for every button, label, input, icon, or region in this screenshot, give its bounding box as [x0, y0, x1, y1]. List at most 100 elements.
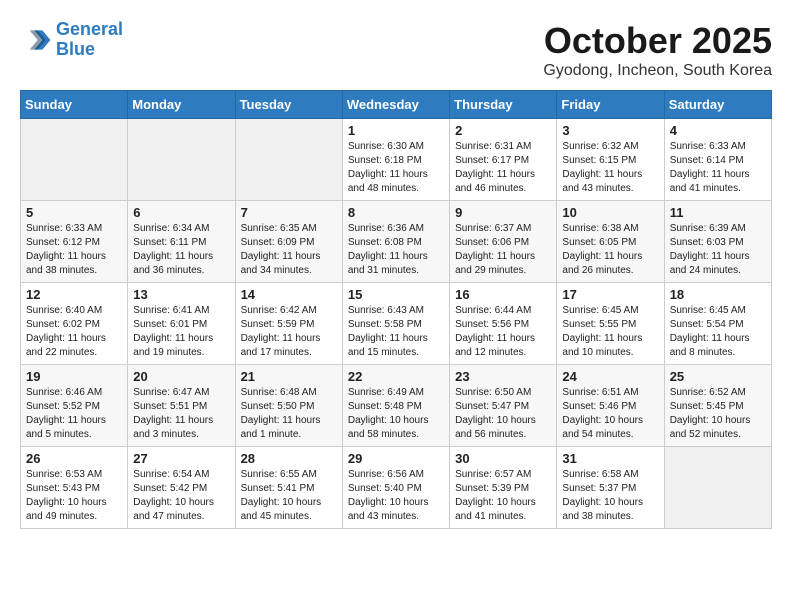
day-info: Sunrise: 6:46 AM Sunset: 5:52 PM Dayligh… [26, 386, 122, 442]
day-cell: 5 Sunrise: 6:33 AM Sunset: 6:12 PM Daylig… [21, 201, 128, 283]
day-cell: 22Sunrise: 6:49 AM Sunset: 5:48 PM Dayli… [342, 365, 449, 447]
day-number: 9 [455, 205, 551, 220]
day-info: Sunrise: 6:33 AM Sunset: 6:14 PM Dayligh… [670, 140, 766, 196]
day-info: Sunrise: 6:30 AM Sunset: 6:18 PM Dayligh… [348, 140, 444, 196]
day-info: Sunrise: 6:44 AM Sunset: 5:56 PM Dayligh… [455, 304, 551, 360]
day-cell: 17 Sunrise: 6:45 AM Sunset: 5:55 PM Dayli… [557, 283, 664, 365]
day-number: 11 [670, 205, 766, 220]
day-info: Sunrise: 6:52 AM Sunset: 5:45 PM Dayligh… [670, 386, 766, 442]
logo-line1: General [56, 19, 123, 39]
day-number: 28 [241, 451, 337, 466]
day-info: Sunrise: 6:43 AM Sunset: 5:58 PM Dayligh… [348, 304, 444, 360]
day-cell: 2Sunrise: 6:31 AM Sunset: 6:17 PM Daylig… [450, 119, 557, 201]
day-cell: 28 Sunrise: 6:55 AM Sunset: 5:41 PM Dayli… [235, 447, 342, 529]
day-cell: 12 Sunrise: 6:40 AM Sunset: 6:02 PM Dayli… [21, 283, 128, 365]
day-cell: 23 Sunrise: 6:50 AM Sunset: 5:47 PM Dayli… [450, 365, 557, 447]
day-cell: 11 Sunrise: 6:39 AM Sunset: 6:03 PM Dayli… [664, 201, 771, 283]
weekday-header-friday: Friday [557, 91, 664, 119]
day-number: 30 [455, 451, 551, 466]
day-info: Sunrise: 6:39 AM Sunset: 6:03 PM Dayligh… [670, 222, 766, 278]
day-number: 5 [26, 205, 122, 220]
day-cell: 31Sunrise: 6:58 AM Sunset: 5:37 PM Dayli… [557, 447, 664, 529]
day-info: Sunrise: 6:33 AM Sunset: 6:12 PM Dayligh… [26, 222, 122, 278]
day-cell: 30Sunrise: 6:57 AM Sunset: 5:39 PM Dayli… [450, 447, 557, 529]
day-number: 3 [562, 123, 658, 138]
day-number: 17 [562, 287, 658, 302]
day-number: 24 [562, 369, 658, 384]
month-title: October 2025 [543, 20, 772, 62]
weekday-header-saturday: Saturday [664, 91, 771, 119]
day-info: Sunrise: 6:42 AM Sunset: 5:59 PM Dayligh… [241, 304, 337, 360]
day-number: 8 [348, 205, 444, 220]
day-cell: 7 Sunrise: 6:35 AM Sunset: 6:09 PM Daylig… [235, 201, 342, 283]
day-cell: 13Sunrise: 6:41 AM Sunset: 6:01 PM Dayli… [128, 283, 235, 365]
logo-text: General Blue [56, 20, 123, 60]
location: Gyodong, Incheon, South Korea [543, 62, 772, 80]
week-row-2: 5 Sunrise: 6:33 AM Sunset: 6:12 PM Daylig… [21, 201, 772, 283]
day-number: 7 [241, 205, 337, 220]
day-cell: 20 Sunrise: 6:47 AM Sunset: 5:51 PM Dayli… [128, 365, 235, 447]
day-cell: 26 Sunrise: 6:53 AM Sunset: 5:43 PM Dayli… [21, 447, 128, 529]
day-info: Sunrise: 6:34 AM Sunset: 6:11 PM Dayligh… [133, 222, 229, 278]
day-cell: 15 Sunrise: 6:43 AM Sunset: 5:58 PM Dayli… [342, 283, 449, 365]
day-info: Sunrise: 6:45 AM Sunset: 5:54 PM Dayligh… [670, 304, 766, 360]
day-number: 29 [348, 451, 444, 466]
day-cell: 19Sunrise: 6:46 AM Sunset: 5:52 PM Dayli… [21, 365, 128, 447]
weekday-header-sunday: Sunday [21, 91, 128, 119]
day-number: 4 [670, 123, 766, 138]
day-number: 23 [455, 369, 551, 384]
day-number: 14 [241, 287, 337, 302]
day-info: Sunrise: 6:35 AM Sunset: 6:09 PM Dayligh… [241, 222, 337, 278]
day-number: 13 [133, 287, 229, 302]
day-info: Sunrise: 6:48 AM Sunset: 5:50 PM Dayligh… [241, 386, 337, 442]
week-row-1: 1 Sunrise: 6:30 AM Sunset: 6:18 PM Daylig… [21, 119, 772, 201]
day-number: 27 [133, 451, 229, 466]
day-info: Sunrise: 6:53 AM Sunset: 5:43 PM Dayligh… [26, 468, 122, 524]
week-row-5: 26 Sunrise: 6:53 AM Sunset: 5:43 PM Dayli… [21, 447, 772, 529]
day-cell [128, 119, 235, 201]
day-cell: 1 Sunrise: 6:30 AM Sunset: 6:18 PM Daylig… [342, 119, 449, 201]
day-cell: 6Sunrise: 6:34 AM Sunset: 6:11 PM Daylig… [128, 201, 235, 283]
day-cell: 24Sunrise: 6:51 AM Sunset: 5:46 PM Dayli… [557, 365, 664, 447]
day-cell: 25Sunrise: 6:52 AM Sunset: 5:45 PM Dayli… [664, 365, 771, 447]
day-cell: 21 Sunrise: 6:48 AM Sunset: 5:50 PM Dayli… [235, 365, 342, 447]
day-info: Sunrise: 6:56 AM Sunset: 5:40 PM Dayligh… [348, 468, 444, 524]
week-row-4: 19Sunrise: 6:46 AM Sunset: 5:52 PM Dayli… [21, 365, 772, 447]
page-header: General Blue October 2025 Gyodong, Inche… [20, 20, 772, 80]
day-number: 26 [26, 451, 122, 466]
day-cell: 29 Sunrise: 6:56 AM Sunset: 5:40 PM Dayli… [342, 447, 449, 529]
day-cell [664, 447, 771, 529]
day-info: Sunrise: 6:54 AM Sunset: 5:42 PM Dayligh… [133, 468, 229, 524]
weekday-header-wednesday: Wednesday [342, 91, 449, 119]
day-cell: 4 Sunrise: 6:33 AM Sunset: 6:14 PM Daylig… [664, 119, 771, 201]
day-number: 15 [348, 287, 444, 302]
day-info: Sunrise: 6:40 AM Sunset: 6:02 PM Dayligh… [26, 304, 122, 360]
day-number: 18 [670, 287, 766, 302]
day-cell: 14 Sunrise: 6:42 AM Sunset: 5:59 PM Dayli… [235, 283, 342, 365]
day-info: Sunrise: 6:37 AM Sunset: 6:06 PM Dayligh… [455, 222, 551, 278]
day-number: 21 [241, 369, 337, 384]
day-number: 22 [348, 369, 444, 384]
day-cell: 27 Sunrise: 6:54 AM Sunset: 5:42 PM Dayli… [128, 447, 235, 529]
day-cell: 10Sunrise: 6:38 AM Sunset: 6:05 PM Dayli… [557, 201, 664, 283]
day-info: Sunrise: 6:47 AM Sunset: 5:51 PM Dayligh… [133, 386, 229, 442]
day-number: 20 [133, 369, 229, 384]
logo-icon [20, 24, 52, 56]
day-info: Sunrise: 6:45 AM Sunset: 5:55 PM Dayligh… [562, 304, 658, 360]
day-cell: 3Sunrise: 6:32 AM Sunset: 6:15 PM Daylig… [557, 119, 664, 201]
day-number: 16 [455, 287, 551, 302]
logo-line2: Blue [56, 39, 95, 59]
day-info: Sunrise: 6:50 AM Sunset: 5:47 PM Dayligh… [455, 386, 551, 442]
day-number: 2 [455, 123, 551, 138]
day-cell: 18 Sunrise: 6:45 AM Sunset: 5:54 PM Dayli… [664, 283, 771, 365]
day-number: 1 [348, 123, 444, 138]
day-cell: 9 Sunrise: 6:37 AM Sunset: 6:06 PM Daylig… [450, 201, 557, 283]
week-row-3: 12 Sunrise: 6:40 AM Sunset: 6:02 PM Dayli… [21, 283, 772, 365]
day-cell: 8Sunrise: 6:36 AM Sunset: 6:08 PM Daylig… [342, 201, 449, 283]
weekday-header-row: SundayMondayTuesdayWednesdayThursdayFrid… [21, 91, 772, 119]
weekday-header-thursday: Thursday [450, 91, 557, 119]
day-cell [21, 119, 128, 201]
day-number: 10 [562, 205, 658, 220]
day-info: Sunrise: 6:55 AM Sunset: 5:41 PM Dayligh… [241, 468, 337, 524]
day-number: 12 [26, 287, 122, 302]
